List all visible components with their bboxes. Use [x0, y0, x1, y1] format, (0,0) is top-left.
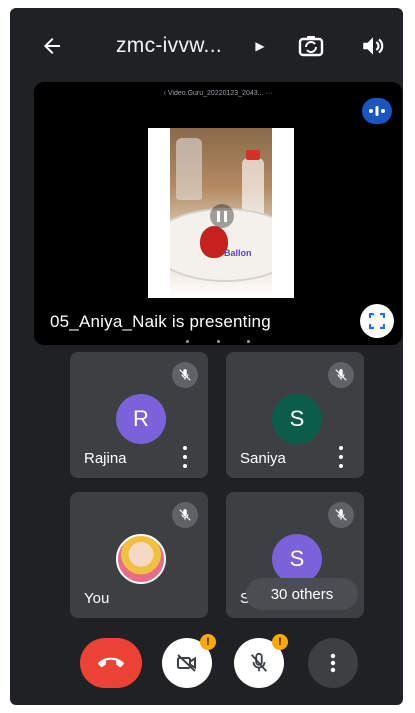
presenter-label: 05_Aniya_Naik is presenting: [50, 312, 271, 331]
participant-tile-you[interactable]: You: [70, 492, 208, 618]
back-button[interactable]: [36, 30, 68, 62]
avatar: R: [116, 394, 166, 444]
switch-camera-button[interactable]: [294, 30, 328, 62]
video-content: Ballon: [170, 128, 272, 298]
arrow-back-icon: [44, 38, 60, 54]
mic-off-icon: [250, 652, 268, 672]
end-call-button[interactable]: [80, 638, 142, 688]
mic-off-icon: [328, 502, 354, 528]
participant-tile-rajina[interactable]: R Rajina: [70, 352, 208, 478]
participant-name: You: [84, 590, 110, 607]
presentation-tile[interactable]: ‹ Video.Guru_20220123_2043... ··· Ballon…: [34, 82, 402, 345]
audio-level-icon: [369, 106, 385, 116]
meet-screen: zmc-ivvw... ▶ ‹ Video.Guru_20220123_2043…: [10, 8, 403, 705]
participant-tile-saniya[interactable]: S Saniya: [226, 352, 364, 478]
bottle-shape: [176, 138, 202, 200]
avatar-photo: [116, 534, 166, 584]
video-nav-dots: [186, 338, 250, 344]
others-count-pill[interactable]: 30 others: [246, 578, 358, 610]
meeting-title[interactable]: zmc-ivvw...: [116, 30, 266, 62]
mic-warning-badge: !: [272, 634, 288, 650]
meeting-details-arrow-icon[interactable]: ▶: [250, 30, 270, 62]
shared-file-name: ‹ Video.Guru_20220123_2043... ···: [163, 90, 273, 97]
shared-video: Ballon: [148, 128, 294, 298]
fullscreen-icon: [369, 313, 385, 329]
mic-off-icon: [172, 502, 198, 528]
video-caption: Ballon: [224, 248, 252, 258]
participant-name: Saniya: [240, 450, 286, 467]
more-vert-icon[interactable]: [338, 446, 344, 468]
mic-off-icon: [328, 362, 354, 388]
speaker-icon: [363, 37, 384, 55]
avatar: S: [272, 394, 322, 444]
more-options-button[interactable]: [308, 638, 358, 688]
fullscreen-button[interactable]: [360, 304, 394, 338]
mic-off-icon: [172, 362, 198, 388]
pause-icon[interactable]: [210, 204, 234, 228]
camera-switch-icon: [298, 36, 324, 57]
camera-off-icon: [177, 654, 196, 672]
speaking-indicator: [362, 98, 392, 124]
top-bar: zmc-ivvw... ▶: [10, 8, 403, 82]
avatar: S: [272, 534, 322, 584]
more-options-icon: [330, 653, 336, 673]
participant-name: Rajina: [84, 450, 127, 467]
camera-warning-badge: !: [200, 634, 216, 650]
more-vert-icon[interactable]: [182, 446, 188, 468]
audio-output-button[interactable]: [356, 30, 390, 62]
bottle-cap-shape: [246, 150, 260, 160]
end-call-icon: [98, 657, 124, 668]
